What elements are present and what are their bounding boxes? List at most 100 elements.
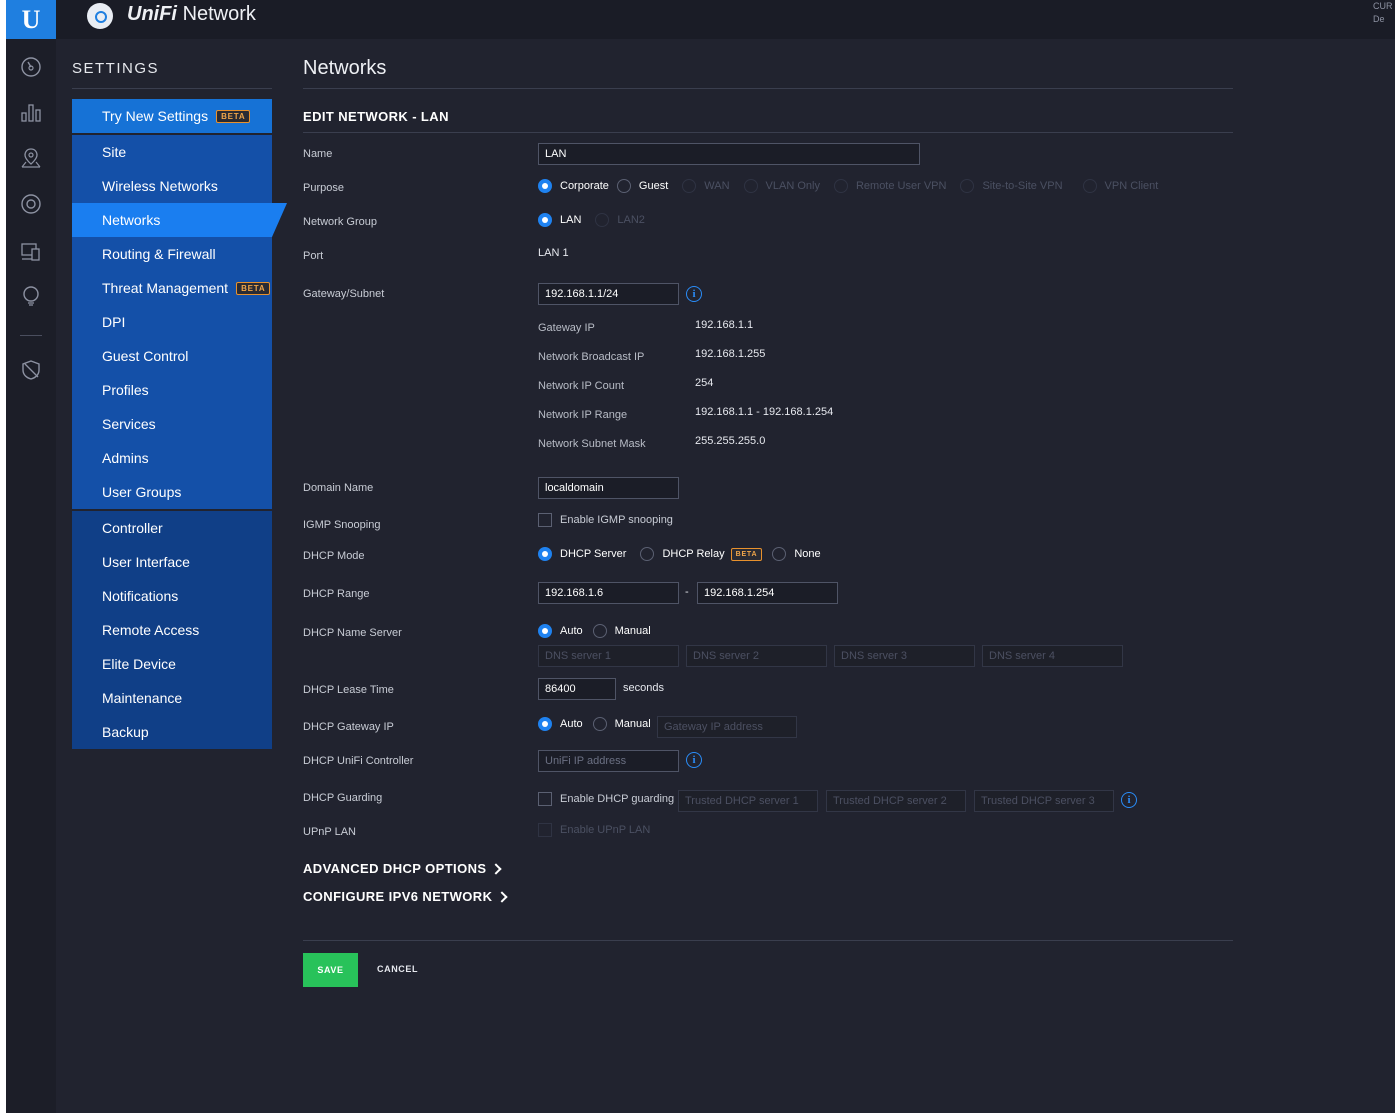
dhcp-lease-time-input[interactable]: 86400 — [538, 678, 616, 700]
purpose-vpn-client-radio[interactable] — [1082, 179, 1097, 193]
gateway-auto-label: Auto — [560, 718, 583, 730]
purpose-radio-group: Corporate Guest WAN VLAN Only Remote Use… — [538, 179, 1166, 193]
app-title-product: Network — [182, 3, 256, 25]
section-title: EDIT NETWORK - LAN — [303, 109, 449, 124]
info-icon[interactable]: i — [686, 752, 702, 768]
unifi-ip-address-input[interactable]: UniFi IP address — [538, 750, 679, 772]
unifi-app-icon — [87, 3, 113, 29]
trusted-dhcp-server-2-input[interactable]: Trusted DHCP server 2 — [826, 790, 966, 812]
menu-item-profiles[interactable]: Profiles — [72, 373, 272, 407]
menu-item-backup[interactable]: Backup — [72, 715, 272, 749]
clients-icon[interactable] — [20, 240, 42, 262]
purpose-guest-radio[interactable] — [616, 179, 631, 193]
purpose-remote-user-vpn-radio[interactable] — [833, 179, 848, 193]
menu-item-admins[interactable]: Admins — [72, 441, 272, 475]
igmp-snooping-checkbox[interactable] — [538, 513, 552, 527]
map-icon[interactable] — [20, 147, 42, 169]
ip-range-label: Network IP Range — [538, 409, 628, 421]
menu-item-label: Remote Access — [102, 622, 200, 638]
gateway-auto-radio[interactable] — [538, 717, 552, 731]
trusted-dhcp-server-1-input[interactable]: Trusted DHCP server 1 — [678, 790, 818, 812]
trusted-dhcp-server-3-input[interactable]: Trusted DHCP server 3 — [974, 790, 1114, 812]
menu-item-routing-firewall[interactable]: Routing & Firewall — [72, 237, 272, 271]
menu-item-label: Routing & Firewall — [102, 246, 216, 262]
devices-icon[interactable] — [20, 193, 42, 215]
dhcp-range-start-input[interactable]: 192.168.1.6 — [538, 582, 679, 604]
name-input[interactable]: LAN — [538, 143, 920, 165]
purpose-label: Purpose — [303, 182, 344, 194]
gateway-ip-address-input[interactable]: Gateway IP address — [657, 716, 797, 738]
purpose-vlan-only-radio[interactable] — [743, 179, 758, 193]
app-title[interactable]: UniFi Network — [127, 3, 256, 26]
top-right-status[interactable]: CUR De — [1373, 0, 1395, 30]
menu-item-maintenance[interactable]: Maintenance — [72, 681, 272, 715]
dns-auto-radio[interactable] — [538, 624, 552, 638]
purpose-vlan-only-label: VLAN Only — [765, 180, 820, 192]
dns-server-4-input[interactable]: DNS server 4 — [982, 645, 1123, 667]
chevron-right-icon — [490, 862, 503, 875]
menu-item-remote-access[interactable]: Remote Access — [72, 613, 272, 647]
ip-range-value: 192.168.1.1 - 192.168.1.254 — [695, 406, 834, 418]
dhcp-range-label: DHCP Range — [303, 588, 370, 600]
network-group-lan2-radio[interactable] — [595, 213, 610, 227]
upnp-lan-checkbox[interactable] — [538, 823, 552, 837]
dhcp-guarding-checkbox[interactable] — [538, 792, 552, 806]
shield-icon[interactable] — [20, 359, 42, 381]
menu-item-networks[interactable]: Networks — [72, 203, 287, 237]
purpose-corporate-radio[interactable] — [538, 179, 552, 193]
dhcp-relay-label: DHCP Relay — [662, 548, 725, 560]
menu-item-label: Guest Control — [102, 348, 189, 364]
menu-item-elite-device[interactable]: Elite Device — [72, 647, 272, 681]
info-icon[interactable]: i — [1121, 792, 1137, 808]
advanced-dhcp-options-link[interactable]: ADVANCED DHCP OPTIONS — [303, 861, 503, 876]
dns-server-2-input[interactable]: DNS server 2 — [686, 645, 827, 667]
menu-item-threat-management[interactable]: Threat Management BETA — [72, 271, 272, 305]
upnp-lan-label: UPnP LAN — [303, 826, 356, 838]
logo-letter: U — [21, 4, 41, 34]
info-icon[interactable]: i — [686, 286, 702, 302]
settings-menu: Try New Settings BETA Site Wireless Netw… — [72, 99, 287, 749]
purpose-wan-radio[interactable] — [682, 179, 697, 193]
gateway-subnet-input[interactable]: 192.168.1.1/24 — [538, 283, 679, 305]
dhcp-none-radio[interactable] — [772, 547, 787, 561]
dhcp-server-label: DHCP Server — [560, 548, 627, 560]
dhcp-relay-radio[interactable] — [640, 547, 655, 561]
dns-server-3-input[interactable]: DNS server 3 — [834, 645, 975, 667]
menu-item-notifications[interactable]: Notifications — [72, 579, 272, 613]
menu-item-wireless-networks[interactable]: Wireless Networks — [72, 169, 272, 203]
settings-divider — [72, 88, 272, 89]
statistics-icon[interactable] — [20, 101, 42, 123]
menu-item-label: Controller — [102, 520, 163, 536]
save-button[interactable]: SAVE — [303, 953, 358, 987]
network-group-lan-radio[interactable] — [538, 213, 552, 227]
menu-item-user-groups[interactable]: User Groups — [72, 475, 272, 509]
menu-item-label: Site — [102, 144, 127, 160]
menu-item-guest-control[interactable]: Guest Control — [72, 339, 272, 373]
purpose-site-to-site-vpn-radio[interactable] — [960, 179, 975, 193]
menu-item-user-interface[interactable]: User Interface — [72, 545, 272, 579]
menu-item-label: User Interface — [102, 554, 190, 570]
menu-item-dpi[interactable]: DPI — [72, 305, 272, 339]
insights-icon[interactable] — [20, 285, 42, 307]
dhcp-lease-unit: seconds — [623, 682, 664, 694]
dhcp-server-radio[interactable] — [538, 547, 552, 561]
dashboard-icon[interactable] — [20, 56, 42, 78]
menu-item-label: Elite Device — [102, 656, 176, 672]
menu-item-site[interactable]: Site — [72, 135, 272, 169]
dhcp-guarding-label: DHCP Guarding — [303, 792, 383, 804]
dhcp-range-end-input[interactable]: 192.168.1.254 — [697, 582, 838, 604]
cancel-button[interactable]: CANCEL — [377, 964, 418, 974]
purpose-remote-user-vpn-label: Remote User VPN — [855, 180, 947, 192]
menu-item-services[interactable]: Services — [72, 407, 272, 441]
menu-item-try-new-settings[interactable]: Try New Settings BETA — [72, 99, 272, 133]
dns-manual-radio[interactable] — [592, 624, 607, 638]
gateway-ip-value: 192.168.1.1 — [695, 319, 754, 331]
configure-ipv6-link[interactable]: CONFIGURE IPV6 NETWORK — [303, 889, 509, 904]
dns-server-1-input[interactable]: DNS server 1 — [538, 645, 679, 667]
menu-item-controller[interactable]: Controller — [72, 511, 272, 545]
ubiquiti-logo[interactable]: U — [6, 0, 56, 39]
dhcp-gateway-radio-group: Auto Manual — [538, 717, 659, 731]
gateway-manual-radio[interactable] — [592, 717, 607, 731]
purpose-guest-label: Guest — [638, 180, 669, 192]
domain-name-input[interactable]: localdomain — [538, 477, 679, 499]
